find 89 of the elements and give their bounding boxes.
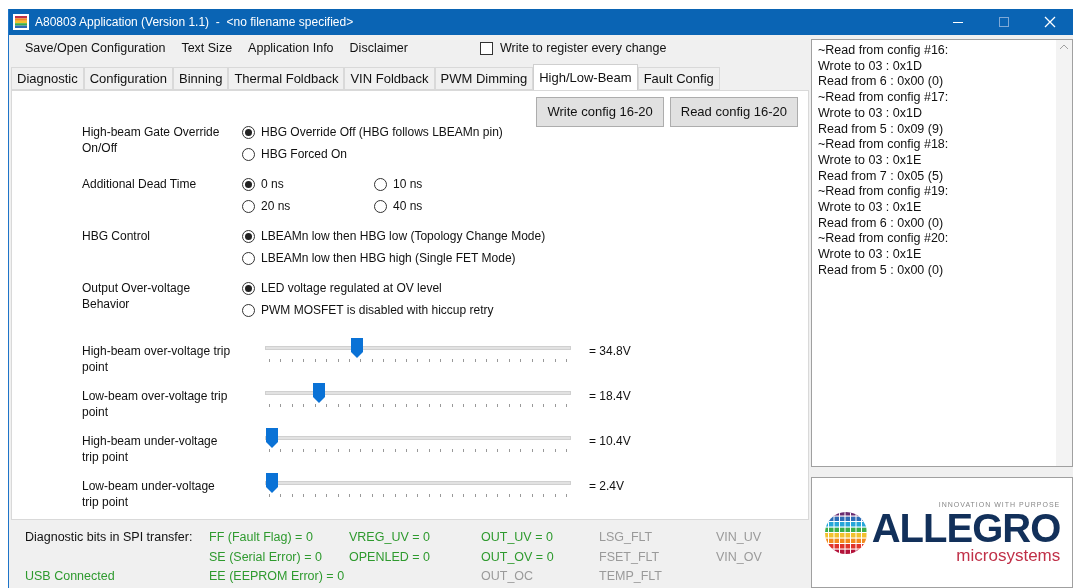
diagnostic-bit: VIN_UV <box>716 529 763 546</box>
log-line: ~Read from config #17: <box>818 90 950 106</box>
log-line: ~Read from config #16: <box>818 43 950 59</box>
tab[interactable]: Configuration <box>83 67 174 90</box>
menu-item[interactable]: Application Info <box>240 39 342 58</box>
log-line: Wrote to 03 : 0x1E <box>818 247 923 263</box>
logo-wordmark: ALLEGRO <box>871 509 1061 547</box>
close-icon[interactable] <box>1044 16 1056 28</box>
option-label: HBG Override Off (HBG follows LBEAMn pin) <box>261 124 503 141</box>
log-line: Read from 6 : 0x00 (0) <box>818 215 945 232</box>
logo-icon <box>823 510 868 555</box>
radio-button[interactable] <box>242 281 255 295</box>
option-label: 20 ns <box>261 198 291 215</box>
slider-label: High-beam under-voltage trip point <box>82 433 219 465</box>
log-line: Wrote to 03 : 0x1D <box>818 105 923 122</box>
diagnostic-bit: FSET_FLT <box>599 548 661 566</box>
slider-reading: = 18.4V <box>589 388 631 404</box>
log-line: ~Read from config #18: <box>818 137 950 153</box>
slider-thumb[interactable] <box>266 428 278 448</box>
setting-label: Additional Dead Time <box>82 176 198 192</box>
setting-label: HBG Control <box>82 228 152 244</box>
option-label: LED voltage regulated at OV level <box>261 280 442 297</box>
app-icon <box>13 14 29 30</box>
radio-button[interactable] <box>242 303 255 317</box>
menu-item[interactable]: Save/Open Configuration <box>17 39 174 58</box>
logo-subtitle: microsystems <box>956 547 1061 565</box>
log-line: Wrote to 03 : 0x1E <box>818 200 923 216</box>
diagnostic-bit: EE (EEPROM Error) = 0 <box>209 568 346 585</box>
diagnostic-bit: LSG_FLT <box>599 529 654 546</box>
checkbox[interactable] <box>479 42 493 55</box>
tab[interactable]: Diagnostic <box>11 67 84 90</box>
menu-item[interactable]: Disclaimer <box>341 39 416 58</box>
setting-label: Output Over-voltage Behavior <box>82 280 192 312</box>
window-title: A80803 Application (Version 1.1) - <no filename specified> <box>35 14 354 31</box>
option-label: LBEAMn low then HBG low (Topology Change Mode) <box>261 228 546 245</box>
diagnostic-bit: OUT_UV = 0 <box>481 529 554 546</box>
radio-button[interactable] <box>242 147 255 161</box>
scrollbar[interactable] <box>1056 40 1072 466</box>
diagnostic-bit: FF (Fault Flag) = 0 <box>209 529 314 546</box>
slider-label: Low-beam over-voltage trip point <box>82 388 229 420</box>
log-line: Read from 5 : 0x09 (9) <box>818 121 945 138</box>
radio-button[interactable] <box>374 177 387 191</box>
radio-button[interactable] <box>242 199 255 213</box>
slider-label: Low-beam under-voltage trip point <box>82 478 216 510</box>
log-line: Wrote to 03 : 0x1E <box>818 152 923 169</box>
log-line: Read from 6 : 0x00 (0) <box>818 74 945 91</box>
log-line: Read from 5 : 0x00 (0) <box>818 262 945 279</box>
option-label: HBG Forced On <box>261 146 348 163</box>
setting-label: High-beam Gate Override On/Off <box>82 124 221 156</box>
tab[interactable]: High/Low-Beam <box>533 64 638 90</box>
diagnostic-bit: OUT_OC <box>481 568 535 585</box>
diagnostic-bit: VREG_UV = 0 <box>349 529 431 546</box>
log-line: ~Read from config #20: <box>818 231 950 248</box>
option-label: 10 ns <box>393 176 423 193</box>
option-label: PWM MOSFET is disabled with hiccup retry <box>261 302 494 319</box>
log-line: Wrote to 03 : 0x1D <box>818 58 923 75</box>
connection-status: USB Connected <box>25 567 116 585</box>
slider-reading: = 34.8V <box>589 343 631 359</box>
tab[interactable]: PWM Dimming <box>434 67 534 90</box>
option-label: 40 ns <box>393 198 423 215</box>
slider-reading: = 10.4V <box>589 433 631 449</box>
radio-button[interactable] <box>242 177 255 191</box>
config-button[interactable]: Read config 16-20 <box>669 97 798 127</box>
option-label: 0 ns <box>261 176 284 193</box>
diagnostic-bit: OUT_OV = 0 <box>481 548 555 566</box>
diagnostic-bit: SE (Serial Error) = 0 <box>209 548 323 566</box>
radio-button[interactable] <box>242 125 255 139</box>
config-button[interactable]: Write config 16-20 <box>536 97 664 127</box>
slider-thumb[interactable] <box>312 383 325 403</box>
tab[interactable]: VIN Foldback <box>344 67 435 90</box>
option-label: LBEAMn low then HBG high (Single FET Mode) <box>261 250 516 267</box>
radio-button[interactable] <box>242 251 255 265</box>
log-line: ~Read from config #19: <box>818 184 950 201</box>
tab[interactable]: Binning <box>173 67 229 90</box>
menu-item[interactable]: Text Size <box>173 39 241 58</box>
diagnostic-bit: VIN_OV <box>716 548 763 566</box>
diagnostic-bit: OPENLED = 0 <box>349 548 431 566</box>
diagnostic-bit: TEMP_FLT <box>599 568 663 585</box>
slider-thumb[interactable] <box>266 473 278 493</box>
diagnostics-label: Diagnostic bits in SPI transfer: <box>25 529 194 546</box>
slider-reading: = 2.4V <box>589 478 625 494</box>
tab[interactable]: Fault Config <box>637 67 720 90</box>
slider-label: High-beam over-voltage trip point <box>82 343 232 375</box>
slider-thumb[interactable] <box>350 338 363 358</box>
log-line: Read from 7 : 0x05 (5) <box>818 168 945 185</box>
radio-button[interactable] <box>374 199 387 213</box>
radio-button[interactable] <box>242 229 255 243</box>
tab[interactable]: Thermal Foldback <box>228 67 345 90</box>
checkbox-label: Write to register every change <box>499 40 667 58</box>
